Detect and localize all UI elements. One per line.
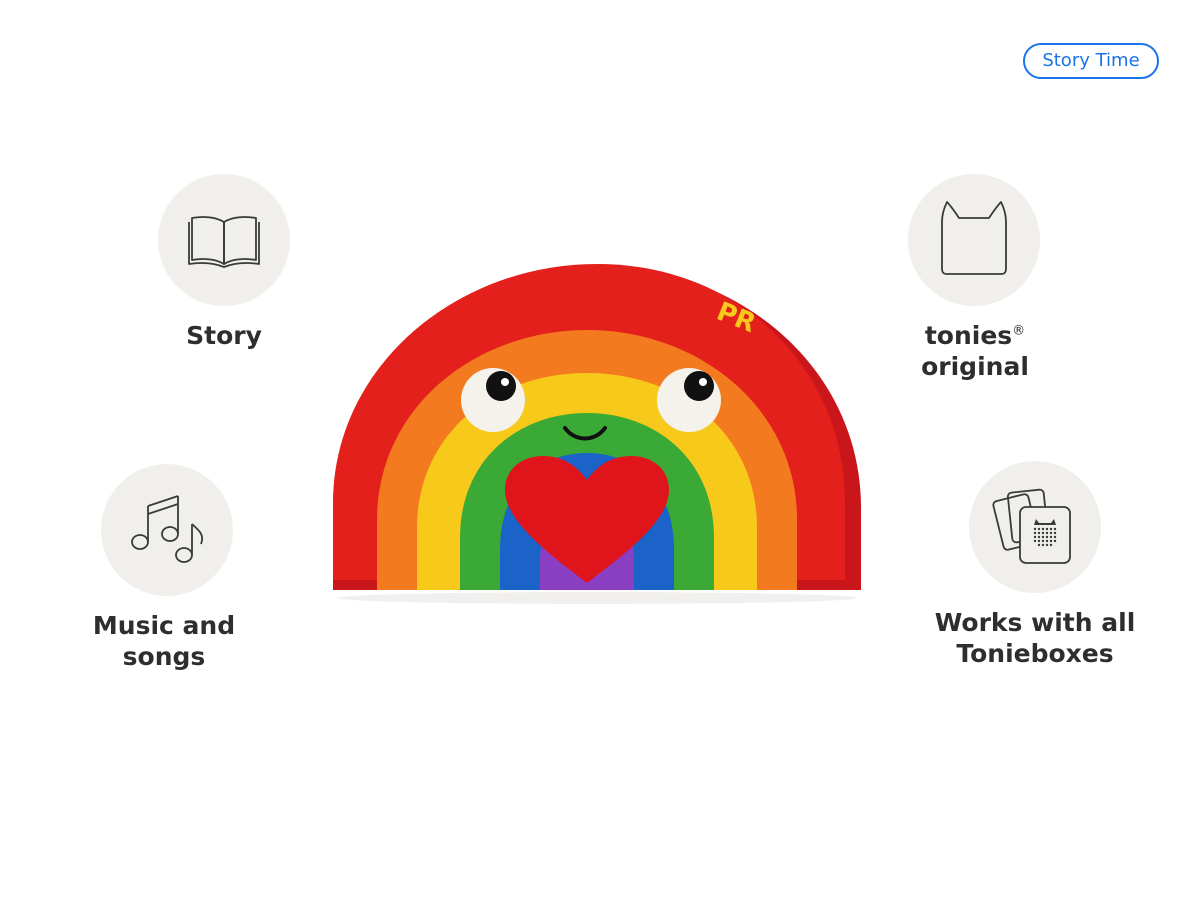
original-feature-circle	[908, 174, 1040, 306]
music-label-line1: Music and	[92, 611, 236, 640]
works-label: Works with all Tonieboxes	[930, 607, 1140, 669]
music-notes-icon	[125, 492, 209, 568]
works-label-line1: Works with all	[934, 608, 1136, 637]
story-feature-circle	[158, 174, 290, 306]
music-label-line2: songs	[122, 642, 206, 671]
works-label-line2: Tonieboxes	[956, 639, 1114, 668]
original-label: tonies® original	[900, 320, 1050, 382]
music-label: Music and songs	[78, 610, 250, 672]
tonie-head-icon	[939, 200, 1009, 280]
rainbow-tonie-figure: PR	[325, 258, 870, 608]
original-label-line2: original	[921, 352, 1029, 381]
music-feature-circle	[101, 464, 233, 596]
trademark-symbol: ®	[1012, 323, 1026, 339]
original-label-line1: tonies	[924, 321, 1013, 350]
works-feature-circle	[969, 461, 1101, 593]
story-label: Story	[186, 321, 262, 350]
story-time-badge[interactable]: Story Time	[1023, 43, 1159, 79]
toniebox-cards-icon	[992, 485, 1078, 569]
open-book-icon	[184, 208, 264, 272]
